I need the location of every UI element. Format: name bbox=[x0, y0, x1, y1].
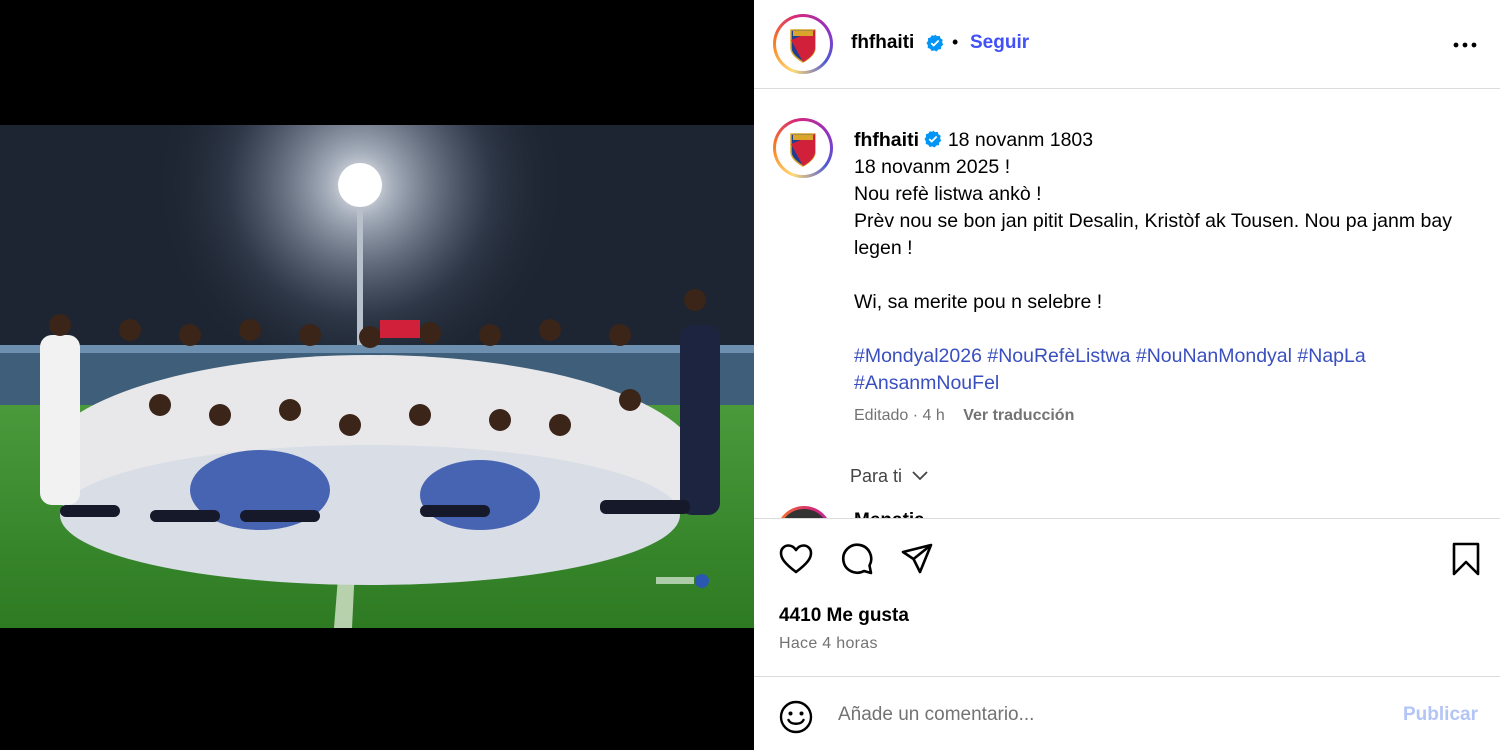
more-options-icon[interactable] bbox=[1450, 30, 1480, 60]
chevron-down-icon bbox=[907, 466, 929, 486]
caption-text: fhfhaiti 18 novanm 1803 18 novanm 2025 !… bbox=[854, 127, 1464, 397]
verified-badge-icon bbox=[926, 34, 944, 55]
comment-icon[interactable] bbox=[839, 541, 875, 577]
hashtag-link[interactable]: #NouRefèListwa bbox=[987, 345, 1130, 367]
caption-line: Prèv nou se bon jan pitit Desalin, Krist… bbox=[854, 210, 1452, 259]
commenter-avatar[interactable] bbox=[776, 506, 832, 518]
hashtag-link[interactable]: #NapLa bbox=[1297, 345, 1365, 367]
caption-line: 18 novanm 2025 ! bbox=[854, 156, 1011, 178]
hashtag-link[interactable]: #AnsanmNouFel bbox=[854, 372, 999, 394]
for-you-toggle[interactable]: Para ti bbox=[850, 466, 929, 487]
header-username[interactable]: fhfhaiti bbox=[851, 32, 914, 54]
caption-line: 18 novanm 1803 bbox=[947, 129, 1094, 151]
publish-button[interactable]: Publicar bbox=[1403, 704, 1478, 726]
bookmark-icon[interactable] bbox=[1448, 541, 1484, 577]
comment-preview: Menatia bbox=[776, 506, 1476, 518]
post-age: 4 h bbox=[922, 407, 945, 424]
profile-avatar[interactable] bbox=[773, 14, 833, 74]
comment-text: Menatia bbox=[854, 510, 925, 518]
caption-line: Wi, sa merite pou n selebre ! bbox=[854, 291, 1103, 313]
emoji-icon[interactable] bbox=[778, 699, 814, 735]
separator-dot: • bbox=[952, 32, 959, 52]
heart-icon[interactable] bbox=[778, 541, 814, 577]
comment-input[interactable] bbox=[838, 699, 1378, 731]
post-timestamp[interactable]: Hace 4 horas bbox=[779, 635, 878, 653]
post-header: fhfhaiti • Seguir bbox=[754, 0, 1500, 89]
action-bar: 4410 Me gusta Hace 4 horas bbox=[754, 518, 1500, 676]
hashtag-link[interactable]: #Mondyal2026 bbox=[854, 345, 982, 367]
post-photo[interactable] bbox=[0, 125, 754, 628]
comment-bar: Publicar bbox=[754, 676, 1500, 750]
post-side-pane: fhfhaiti • Seguir fhfhaiti 18 novanm 180… bbox=[754, 0, 1500, 750]
caption-username[interactable]: fhfhaiti bbox=[854, 129, 919, 151]
post-media-pane bbox=[0, 0, 754, 750]
likes-count[interactable]: 4410 Me gusta bbox=[779, 605, 909, 627]
hashtag-link[interactable]: #NouNanMondyal bbox=[1136, 345, 1292, 367]
caption-avatar[interactable] bbox=[773, 118, 833, 178]
for-you-label: Para ti bbox=[850, 466, 903, 486]
caption-meta: Editado · 4 h Ver traducción bbox=[854, 407, 1075, 424]
caption-line: Nou refè listwa ankò ! bbox=[854, 183, 1042, 205]
verified-badge-icon bbox=[924, 129, 942, 151]
caption-section: fhfhaiti 18 novanm 1803 18 novanm 2025 !… bbox=[754, 90, 1500, 518]
see-translation-link[interactable]: Ver traducción bbox=[963, 407, 1074, 424]
share-icon[interactable] bbox=[899, 541, 935, 577]
edited-label: Editado bbox=[854, 407, 909, 424]
follow-button[interactable]: Seguir bbox=[970, 32, 1029, 54]
